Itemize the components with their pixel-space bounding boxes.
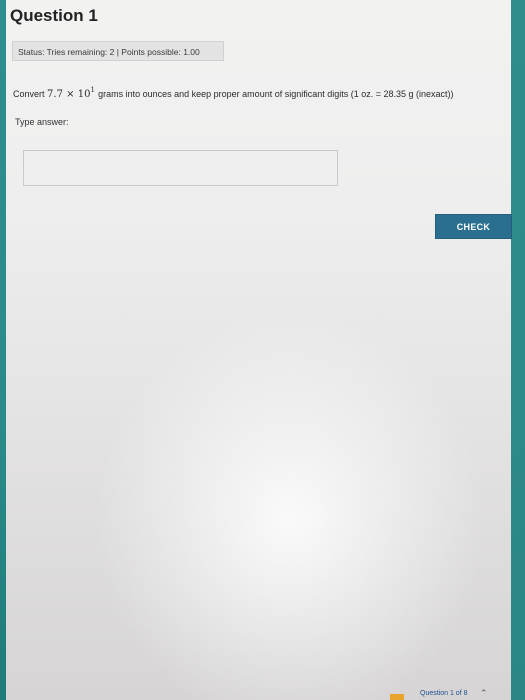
check-button[interactable]: CHECK xyxy=(435,214,512,239)
prompt-prefix: Convert xyxy=(13,89,45,99)
chevron-up-icon[interactable]: ⌃ xyxy=(480,688,488,699)
page-background xyxy=(0,0,525,700)
prompt-suffix: grams into ounces and keep proper amount… xyxy=(98,89,454,99)
prompt-exponent: 1 xyxy=(90,86,95,94)
answer-label: Type answer: xyxy=(15,117,69,127)
left-edge-strip xyxy=(0,0,6,700)
question-prompt: Convert 7.7 × 101 grams into ounces and … xyxy=(13,86,454,100)
question-nav-indicator[interactable]: Question 1 of 8 xyxy=(420,690,467,697)
answer-input[interactable] xyxy=(23,150,338,186)
times-sign: × xyxy=(66,89,75,100)
scientific-notation: 7.7 × 101 xyxy=(47,86,98,100)
footer-accent-bar xyxy=(390,694,404,700)
prompt-base: 10 xyxy=(77,89,91,100)
status-bar: Status: Tries remaining: 2 | Points poss… xyxy=(12,41,224,61)
right-edge-strip xyxy=(511,0,525,700)
question-title: Question 1 xyxy=(10,6,98,25)
prompt-coefficient: 7.7 xyxy=(47,89,63,100)
